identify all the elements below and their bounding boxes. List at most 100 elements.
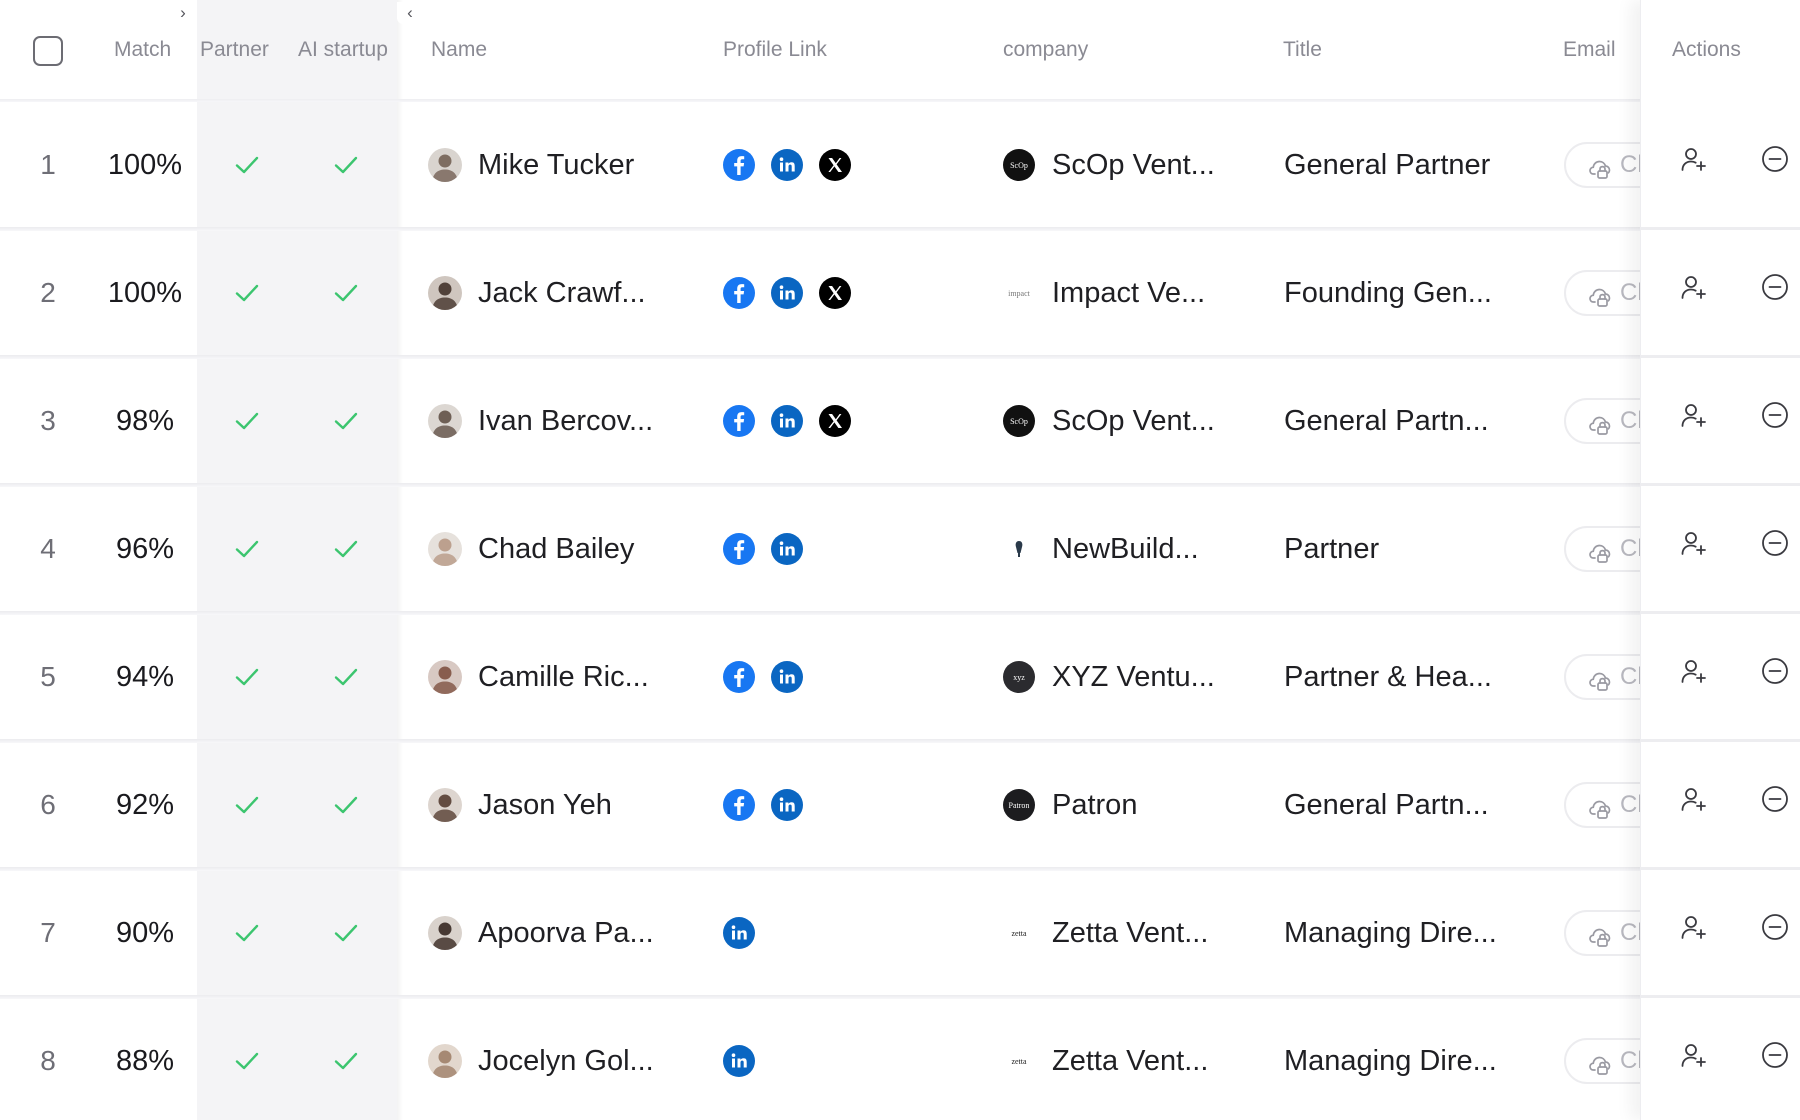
table-row[interactable]: 5 94% Camille Ric... xyz XYZ Ventu... Partner… [0,613,1800,743]
column-header-match[interactable]: Match [114,38,171,62]
add-contact-user-plus-icon[interactable] [1679,785,1709,815]
person-name[interactable]: Ivan Bercov... [478,357,653,485]
actions-row-divider [1641,995,1800,998]
avatar [428,276,462,310]
cloud-lock-icon [1588,284,1614,313]
match-score: 98% [115,405,175,437]
remove-minus-circle-icon[interactable] [1760,144,1790,174]
company-name[interactable]: XYZ Ventu... [1052,613,1215,741]
table-row[interactable]: 8 88% Jocelyn Gol... zetta Zetta Vent... Mana… [0,997,1800,1120]
remove-minus-circle-icon[interactable] [1760,912,1790,942]
linkedin-icon[interactable] [771,661,803,693]
remove-minus-circle-icon[interactable] [1760,528,1790,558]
person-name[interactable]: Camille Ric... [478,613,649,741]
add-contact-user-plus-icon[interactable] [1679,657,1709,687]
job-title: Partner [1284,533,1380,565]
remove-minus-circle-icon[interactable] [1760,1040,1790,1070]
facebook-icon[interactable] [723,661,755,693]
table-row[interactable]: 2 100% Jack Crawf... impact Impact Ve... Foun… [0,229,1800,359]
column-header-ai-startup[interactable]: AI startup [298,38,388,62]
actions-row-divider [1641,355,1800,358]
column-header-partner[interactable]: Partner [200,38,269,62]
person-name[interactable]: Chad Bailey [478,485,634,613]
column-header-name[interactable]: Name [431,38,487,62]
x-twitter-icon[interactable] [819,277,851,309]
remove-minus-circle-icon[interactable] [1760,656,1790,686]
table-row[interactable]: 3 98% Ivan Bercov... ScOp ScOp Vent... Genera… [0,357,1800,487]
linkedin-icon[interactable] [771,149,803,181]
linkedin-icon[interactable] [771,405,803,437]
company-logo [1003,533,1035,565]
linkedin-icon[interactable] [723,917,755,949]
company-name[interactable]: Zetta Vent... [1052,997,1208,1120]
company-name[interactable]: ScOp Vent... [1052,101,1215,229]
match-score: 88% [115,1045,175,1077]
add-contact-user-plus-icon[interactable] [1679,913,1709,943]
company-name[interactable]: ScOp Vent... [1052,357,1215,485]
avatar [428,660,462,694]
company-name[interactable]: Patron [1052,741,1137,869]
person-name[interactable]: Jocelyn Gol... [478,997,654,1120]
x-twitter-icon[interactable] [819,149,851,181]
table-row[interactable]: 1 100% Mike Tucker ScOp ScOp Vent... General … [0,101,1800,231]
add-contact-user-plus-icon[interactable] [1679,1041,1709,1071]
company-logo: impact [1003,277,1035,309]
add-contact-user-plus-icon[interactable] [1679,273,1709,303]
ai-startup-check-icon [333,921,359,945]
table-row[interactable]: 6 92% Jason Yeh Patron Patron General Partn..… [0,741,1800,871]
cloud-lock-icon [1588,540,1614,569]
company-logo: zetta [1003,1045,1035,1077]
company-name[interactable]: Impact Ve... [1052,229,1205,357]
table-row[interactable]: 7 90% Apoorva Pa... zetta Zetta Vent... Manag… [0,869,1800,999]
column-header-profile-link[interactable]: Profile Link [723,38,827,62]
linkedin-icon[interactable] [771,533,803,565]
facebook-icon[interactable] [723,789,755,821]
linkedin-icon[interactable] [771,277,803,309]
collapse-columns-chevron-icon[interactable]: ‹ [397,2,423,24]
company-logo: zetta [1003,917,1035,949]
expand-columns-chevron-icon[interactable]: › [170,2,196,24]
partner-check-icon [234,1049,260,1073]
job-title: General Partn... [1284,789,1489,821]
row-index: 5 [40,661,56,692]
facebook-icon[interactable] [723,149,755,181]
job-title: Founding Gen... [1284,277,1492,309]
cloud-lock-icon [1588,796,1614,825]
add-contact-user-plus-icon[interactable] [1679,529,1709,559]
company-logo: ScOp [1003,149,1035,181]
company-name[interactable]: Zetta Vent... [1052,869,1208,997]
table-row[interactable]: 4 96% Chad Bailey NewBuild... Partner Cl [0,485,1800,615]
column-header-email[interactable]: Email [1563,38,1616,62]
match-score: 100% [107,149,183,181]
person-name[interactable]: Mike Tucker [478,101,634,229]
column-header-title[interactable]: Title [1283,38,1322,62]
ai-startup-check-icon [333,665,359,689]
column-header-company[interactable]: company [1003,38,1088,62]
add-contact-user-plus-icon[interactable] [1679,401,1709,431]
x-twitter-icon[interactable] [819,405,851,437]
actions-row-divider [1641,739,1800,742]
add-contact-user-plus-icon[interactable] [1679,145,1709,175]
linkedin-icon[interactable] [723,1045,755,1077]
ai-startup-check-icon [333,409,359,433]
company-logo: xyz [1003,661,1035,693]
person-name[interactable]: Apoorva Pa... [478,869,654,997]
facebook-icon[interactable] [723,277,755,309]
company-name[interactable]: NewBuild... [1052,485,1199,613]
linkedin-icon[interactable] [771,789,803,821]
match-score: 92% [115,789,175,821]
remove-minus-circle-icon[interactable] [1760,272,1790,302]
person-name[interactable]: Jason Yeh [478,741,612,869]
select-all-checkbox[interactable] [33,36,63,66]
header-divider [0,99,1800,102]
match-score: 96% [115,533,175,565]
person-name[interactable]: Jack Crawf... [478,229,646,357]
avatar [428,148,462,182]
facebook-icon[interactable] [723,533,755,565]
partner-check-icon [234,537,260,561]
remove-minus-circle-icon[interactable] [1760,400,1790,430]
remove-minus-circle-icon[interactable] [1760,784,1790,814]
match-score: 90% [115,917,175,949]
facebook-icon[interactable] [723,405,755,437]
job-title: General Partner [1284,149,1491,181]
